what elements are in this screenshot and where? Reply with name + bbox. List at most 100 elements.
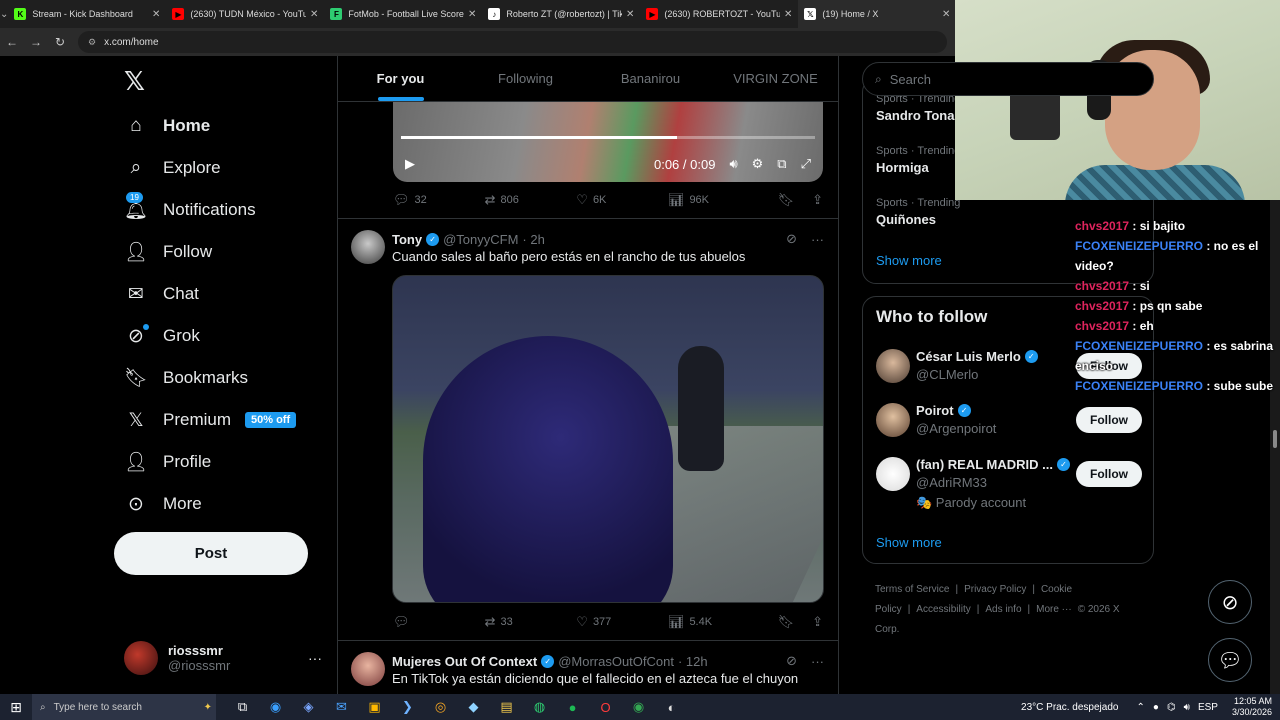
nav-item-grok[interactable]: ⊘ Grok [124,318,200,354]
footer-link[interactable]: Accessibility [916,604,970,615]
tab-following[interactable]: Following [463,56,588,101]
browser-tab[interactable]: F FotMob - Football Live Scores ✕ [324,0,482,28]
tweet-time[interactable]: · 12h [678,654,708,669]
nav-item-premium[interactable]: 𝕏 Premium 50% off [124,402,297,438]
browser-tab[interactable]: ♪ Roberto ZT (@robertozt) | TikTok ✕ [482,0,640,28]
suggestion-name[interactable]: César Luis Merlo [916,349,1021,364]
suggestion-name[interactable]: Poirot [916,403,954,418]
clock[interactable]: 12:05 AM 3/30/2026 [1232,696,1272,718]
repost-button[interactable]: ⇄ 806 [485,192,577,208]
search-input[interactable]: ⌕ Search [862,62,1154,96]
follow-suggestion[interactable]: Poirot ✓ @Argenpoirot Follow [876,403,1142,443]
footer-link[interactable]: Privacy Policy [964,584,1026,595]
footer-link[interactable]: Ads info [985,604,1021,615]
video-player[interactable]: ▶ 0:06 / 0:09 🔊︎ ⚙ ⧉ ⤢ [393,102,823,182]
suggestion-name[interactable]: (fan) REAL MADRID ... [916,457,1053,472]
chat-fab-icon[interactable]: 💬︎ [1208,638,1252,682]
close-icon[interactable]: ✕ [626,9,634,20]
more-dots-icon[interactable]: ··· [811,654,824,669]
chevron-up-icon[interactable]: ⌃ [1136,702,1144,713]
picture-in-picture-icon[interactable]: ⧉ [777,156,786,172]
show-more-link[interactable]: Show more [876,253,942,268]
obs-icon[interactable]: ◐ [655,700,688,715]
bookmark-icon[interactable]: 🔖︎ [778,614,795,630]
nav-item-follow[interactable]: 👤︎ Follow [124,234,212,270]
fullscreen-icon[interactable]: ⤢ [801,156,811,172]
chrome-alt-icon[interactable]: ◎ [424,699,457,715]
opera-icon[interactable]: O [589,700,622,715]
video-progress-bar[interactable] [401,136,815,139]
nav-item-bookmarks[interactable]: 🔖︎ Bookmarks [124,360,248,396]
trend-item[interactable]: Sports · Trending Quiñones [876,197,960,227]
grok-icon[interactable]: ⊘ [786,231,797,247]
chrome-icon[interactable]: ◉ [622,699,655,715]
tweet-time[interactable]: · 2h [522,232,544,247]
grok-icon[interactable]: ⊘ [786,653,797,669]
footer-link[interactable]: More ··· [1036,604,1072,615]
tray-app-icon[interactable]: ● [1153,702,1159,713]
more-dots-icon[interactable]: ··· [811,232,824,247]
browser-tab[interactable]: 𝕏 (19) Home / X ✕ [798,0,957,28]
tweet-author-name[interactable]: Mujeres Out Of Context [392,654,537,669]
x-logo-icon[interactable]: 𝕏 [124,66,145,97]
back-arrow-icon[interactable]: ← [0,35,24,49]
tweet-author-handle[interactable]: @TonyyCFM [443,232,518,247]
account-switcher[interactable]: riosssmr @riosssmr ··· [124,638,322,678]
whatsapp-icon[interactable]: ◍ [523,699,556,715]
share-icon[interactable]: ⇪ [812,614,823,630]
nav-item-home[interactable]: ⌂ Home [124,108,210,144]
follow-button[interactable]: Follow [1076,407,1142,433]
like-button[interactable]: ♡ 6K [576,192,668,208]
browser-tab[interactable]: K Stream - Kick Dashboard ✕ [8,0,166,28]
more-dots-icon[interactable]: ··· [308,650,322,666]
nav-item-more[interactable]: ⊙ More [124,486,202,522]
like-button[interactable]: ♡ 377 [576,614,668,630]
site-info-icon[interactable]: ⚙ [88,37,96,48]
tab-virgin-zone[interactable]: VIRGIN ZONE [713,56,838,101]
views-button[interactable]: 📊︎ 96K [668,192,760,208]
store-icon[interactable]: ▣ [358,699,391,715]
spotify-icon[interactable]: ● [556,700,589,715]
repost-button[interactable]: ⇄ 33 [485,614,577,630]
close-icon[interactable]: ✕ [468,9,476,20]
file-explorer-icon[interactable]: ▤ [490,699,523,715]
weather-widget[interactable]: 23°C Prac. despejado [1021,702,1118,713]
close-icon[interactable]: ✕ [152,9,160,20]
trend-item[interactable]: Sports · Trending Hormiga [876,145,960,175]
share-icon[interactable]: ⇪ [812,192,823,208]
tab-search-chevron-icon[interactable]: ⌄ [0,0,8,28]
avatar[interactable] [876,403,910,437]
browser-tab[interactable]: ▶ (2630) TUDN México - YouTube ✕ [166,0,324,28]
task-view-icon[interactable]: ⧉ [226,699,259,715]
tab-for-you[interactable]: For you [338,56,463,101]
network-icon[interactable]: ⌬ [1167,702,1176,713]
close-icon[interactable]: ✕ [310,9,318,20]
reply-button[interactable]: 💬︎ [393,614,485,630]
avatar[interactable] [351,230,385,264]
avatar[interactable] [876,457,910,491]
tweet-author-handle[interactable]: @MorrasOutOfCont [558,654,674,669]
taskbar-search[interactable]: ⌕ Type here to search ✦ [32,694,216,720]
tab-bananirou[interactable]: Bananirou [588,56,713,101]
nav-item-profile[interactable]: 👤︎ Profile [124,444,211,480]
avatar[interactable] [351,652,385,686]
mail-app-icon[interactable]: ✉ [325,699,358,715]
nav-item-explore[interactable]: ⌕ Explore [124,150,221,186]
nav-item-chat[interactable]: ✉ Chat [124,276,199,312]
edge-icon[interactable]: ◉ [259,699,292,715]
close-icon[interactable]: ✕ [942,9,950,20]
post-button[interactable]: Post [114,532,308,575]
play-icon[interactable]: ▶ [405,156,415,172]
footer-link[interactable]: Terms of Service [875,584,949,595]
follow-suggestion[interactable]: (fan) REAL MADRID ... ✓ @AdriRM33 🎭 Parody … [876,457,1142,510]
bookmark-icon[interactable]: 🔖︎ [778,192,795,208]
trend-item[interactable]: Sports · Trending Sandro Tona [876,93,960,123]
forward-arrow-icon[interactable]: → [24,35,48,49]
reload-icon[interactable]: ↻ [48,35,72,49]
vscode-icon[interactable]: ❯ [391,699,424,715]
scrollbar-thumb[interactable] [1273,430,1277,448]
app-icon[interactable]: ◆ [457,699,490,715]
volume-icon[interactable]: 🔊︎ [1184,702,1190,713]
follow-button[interactable]: Follow [1076,461,1142,487]
show-more-link[interactable]: Show more [876,535,942,550]
